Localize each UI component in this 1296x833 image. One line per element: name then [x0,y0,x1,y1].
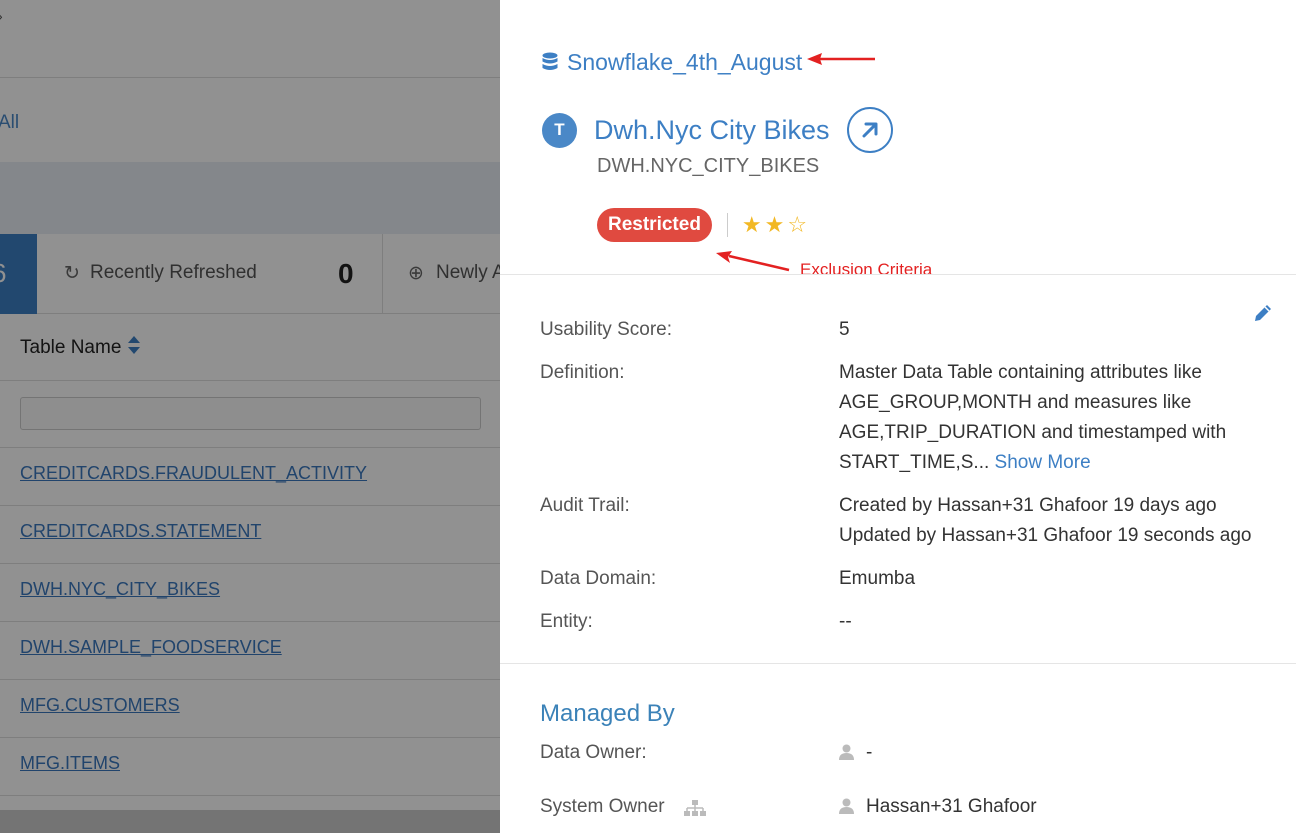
usability-score-value: 5 [839,319,850,340]
managed-by-title: Managed By [540,700,675,727]
property-definition: Definition: Master Data Table containing… [540,358,1280,491]
property-label: Definition: [540,362,625,383]
source-name-link[interactable]: Snowflake_4th_August [567,49,802,76]
property-audit-trail: Audit Trail: Created by Hassan+31 Ghafoo… [540,491,1280,564]
technical-name: DWH.NYC_CITY_BIKES [597,155,820,177]
star-filled-icon[interactable]: ★ [742,214,762,236]
show-more-link[interactable]: Show More [995,452,1091,473]
property-entity: Entity: -- [540,607,1280,650]
star-filled-icon[interactable]: ★ [765,214,785,236]
properties-list: Usability Score: 5 Definition: Master Da… [540,315,1280,650]
definition-line: START_TIME,S... Show More [839,448,1280,478]
user-icon [839,798,854,814]
user-icon [839,744,854,760]
system-owner-row: System Owner Hassan+31 Ghafoor [540,792,1280,822]
table-type-badge: T [542,112,577,148]
database-icon [542,52,558,70]
entity-value: -- [839,611,852,632]
table-title[interactable]: Dwh.Nyc City Bikes [594,115,830,146]
data-owner-label: Data Owner: [540,742,647,763]
section-divider [500,274,1296,275]
external-link-icon [862,122,878,138]
annotation-arrow-icon [716,251,790,272]
section-divider [500,663,1296,664]
title-row: T Dwh.Nyc City Bikes [542,107,893,153]
details-drawer: Snowflake_4th_August T Dwh.Nyc City Bike… [500,0,1296,833]
property-label: Entity: [540,611,593,632]
audit-created: Created by Hassan+31 Ghafoor 19 days ago [839,495,1217,516]
property-usability: Usability Score: 5 [540,315,1280,358]
badge-row: Restricted ★ ★ ☆ [597,207,810,243]
data-owner-value[interactable]: - [866,738,872,768]
star-empty-icon[interactable]: ☆ [787,214,807,236]
source-breadcrumb[interactable]: Snowflake_4th_August [542,47,802,77]
annotation-arrow-icon [807,53,875,65]
system-owner-value[interactable]: Hassan+31 Ghafoor [866,792,1037,822]
audit-trail-value: Created by Hassan+31 Ghafoor 19 days ago… [839,491,1280,551]
data-domain-value: Emumba [839,568,916,589]
definition-line: AGE_GROUP,MONTH and measures like [839,392,1192,413]
audit-updated: Updated by Hassan+31 Ghafoor 19 seconds … [839,525,1252,546]
annotation-label: Exclusion Criteria [800,260,933,279]
property-label: Audit Trail: [540,495,630,516]
system-owner-label: System Owner [540,796,665,817]
modal-overlay[interactable] [0,0,500,833]
definition-value: Master Data Table containing attributes … [839,358,1280,478]
data-owner-row: Data Owner: - [540,738,1280,768]
restricted-badge: Restricted [597,208,712,242]
definition-truncated: START_TIME,S... [839,452,990,473]
property-label: Usability Score: [540,319,672,340]
property-label: Data Domain: [540,568,657,589]
divider [726,213,728,237]
open-in-new-button[interactable] [846,107,893,153]
definition-line: Master Data Table containing attributes … [839,362,1202,383]
property-data-domain: Data Domain: Emumba [540,564,1280,607]
definition-line: AGE,TRIP_DURATION and timestamped with [839,422,1227,443]
org-chart-icon [684,800,706,816]
